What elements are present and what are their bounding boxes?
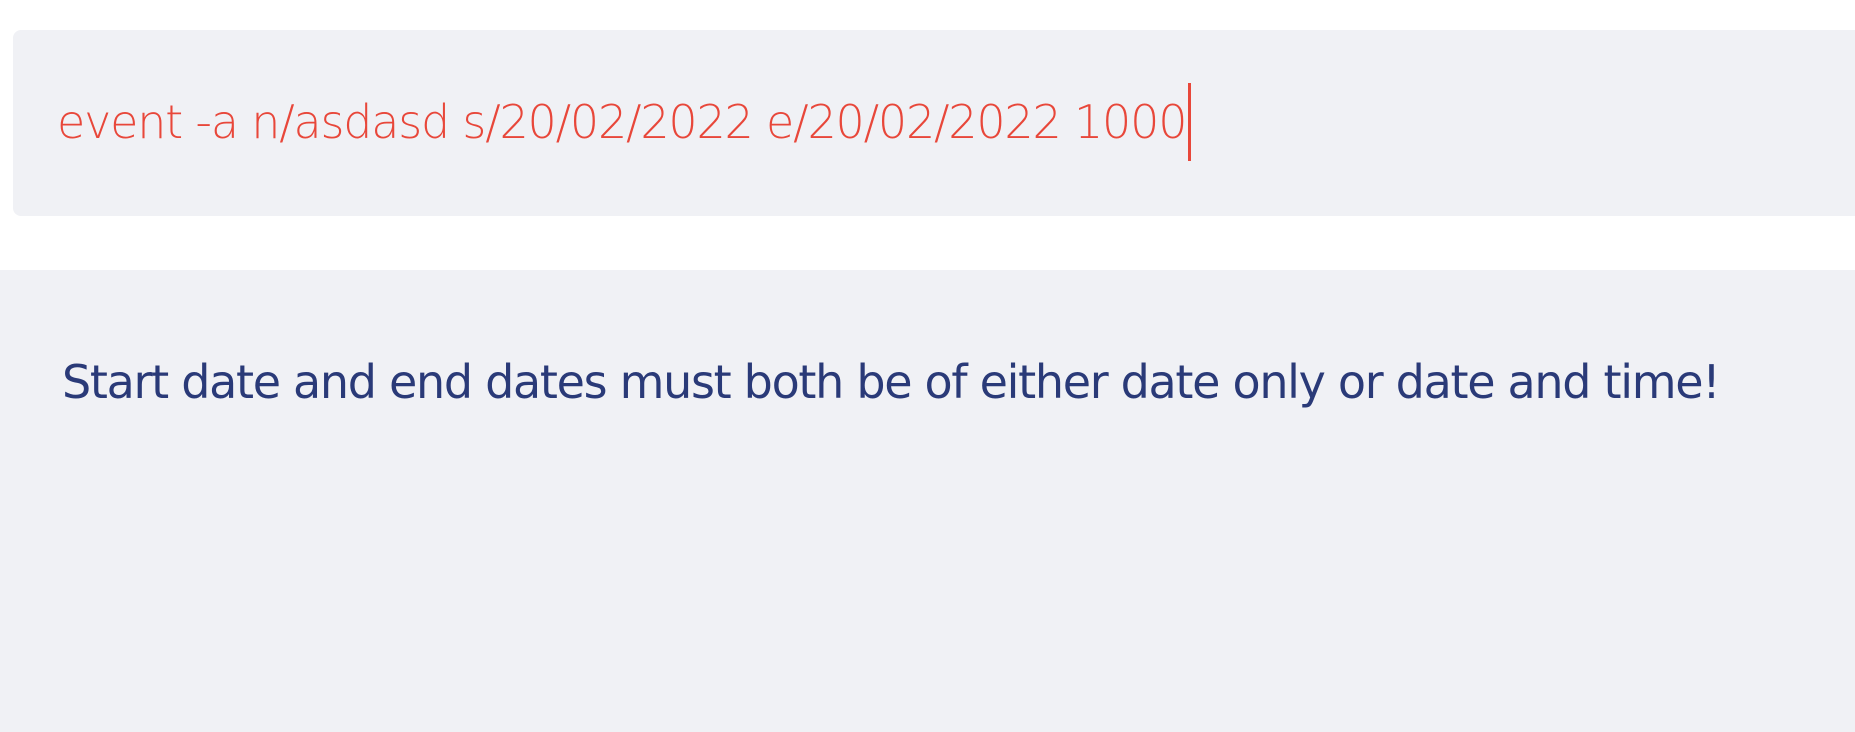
result-display	[0, 270, 1855, 732]
command-input[interactable]: event -a n/asdasd s/20/02/2022 e/20/02/2…	[57, 83, 1192, 161]
command-input-text[interactable]: event -a n/asdasd s/20/02/2022 e/20/02/2…	[57, 86, 1187, 158]
text-caret	[1188, 83, 1192, 161]
result-message: Start date and end dates must both be of…	[62, 355, 1721, 409]
